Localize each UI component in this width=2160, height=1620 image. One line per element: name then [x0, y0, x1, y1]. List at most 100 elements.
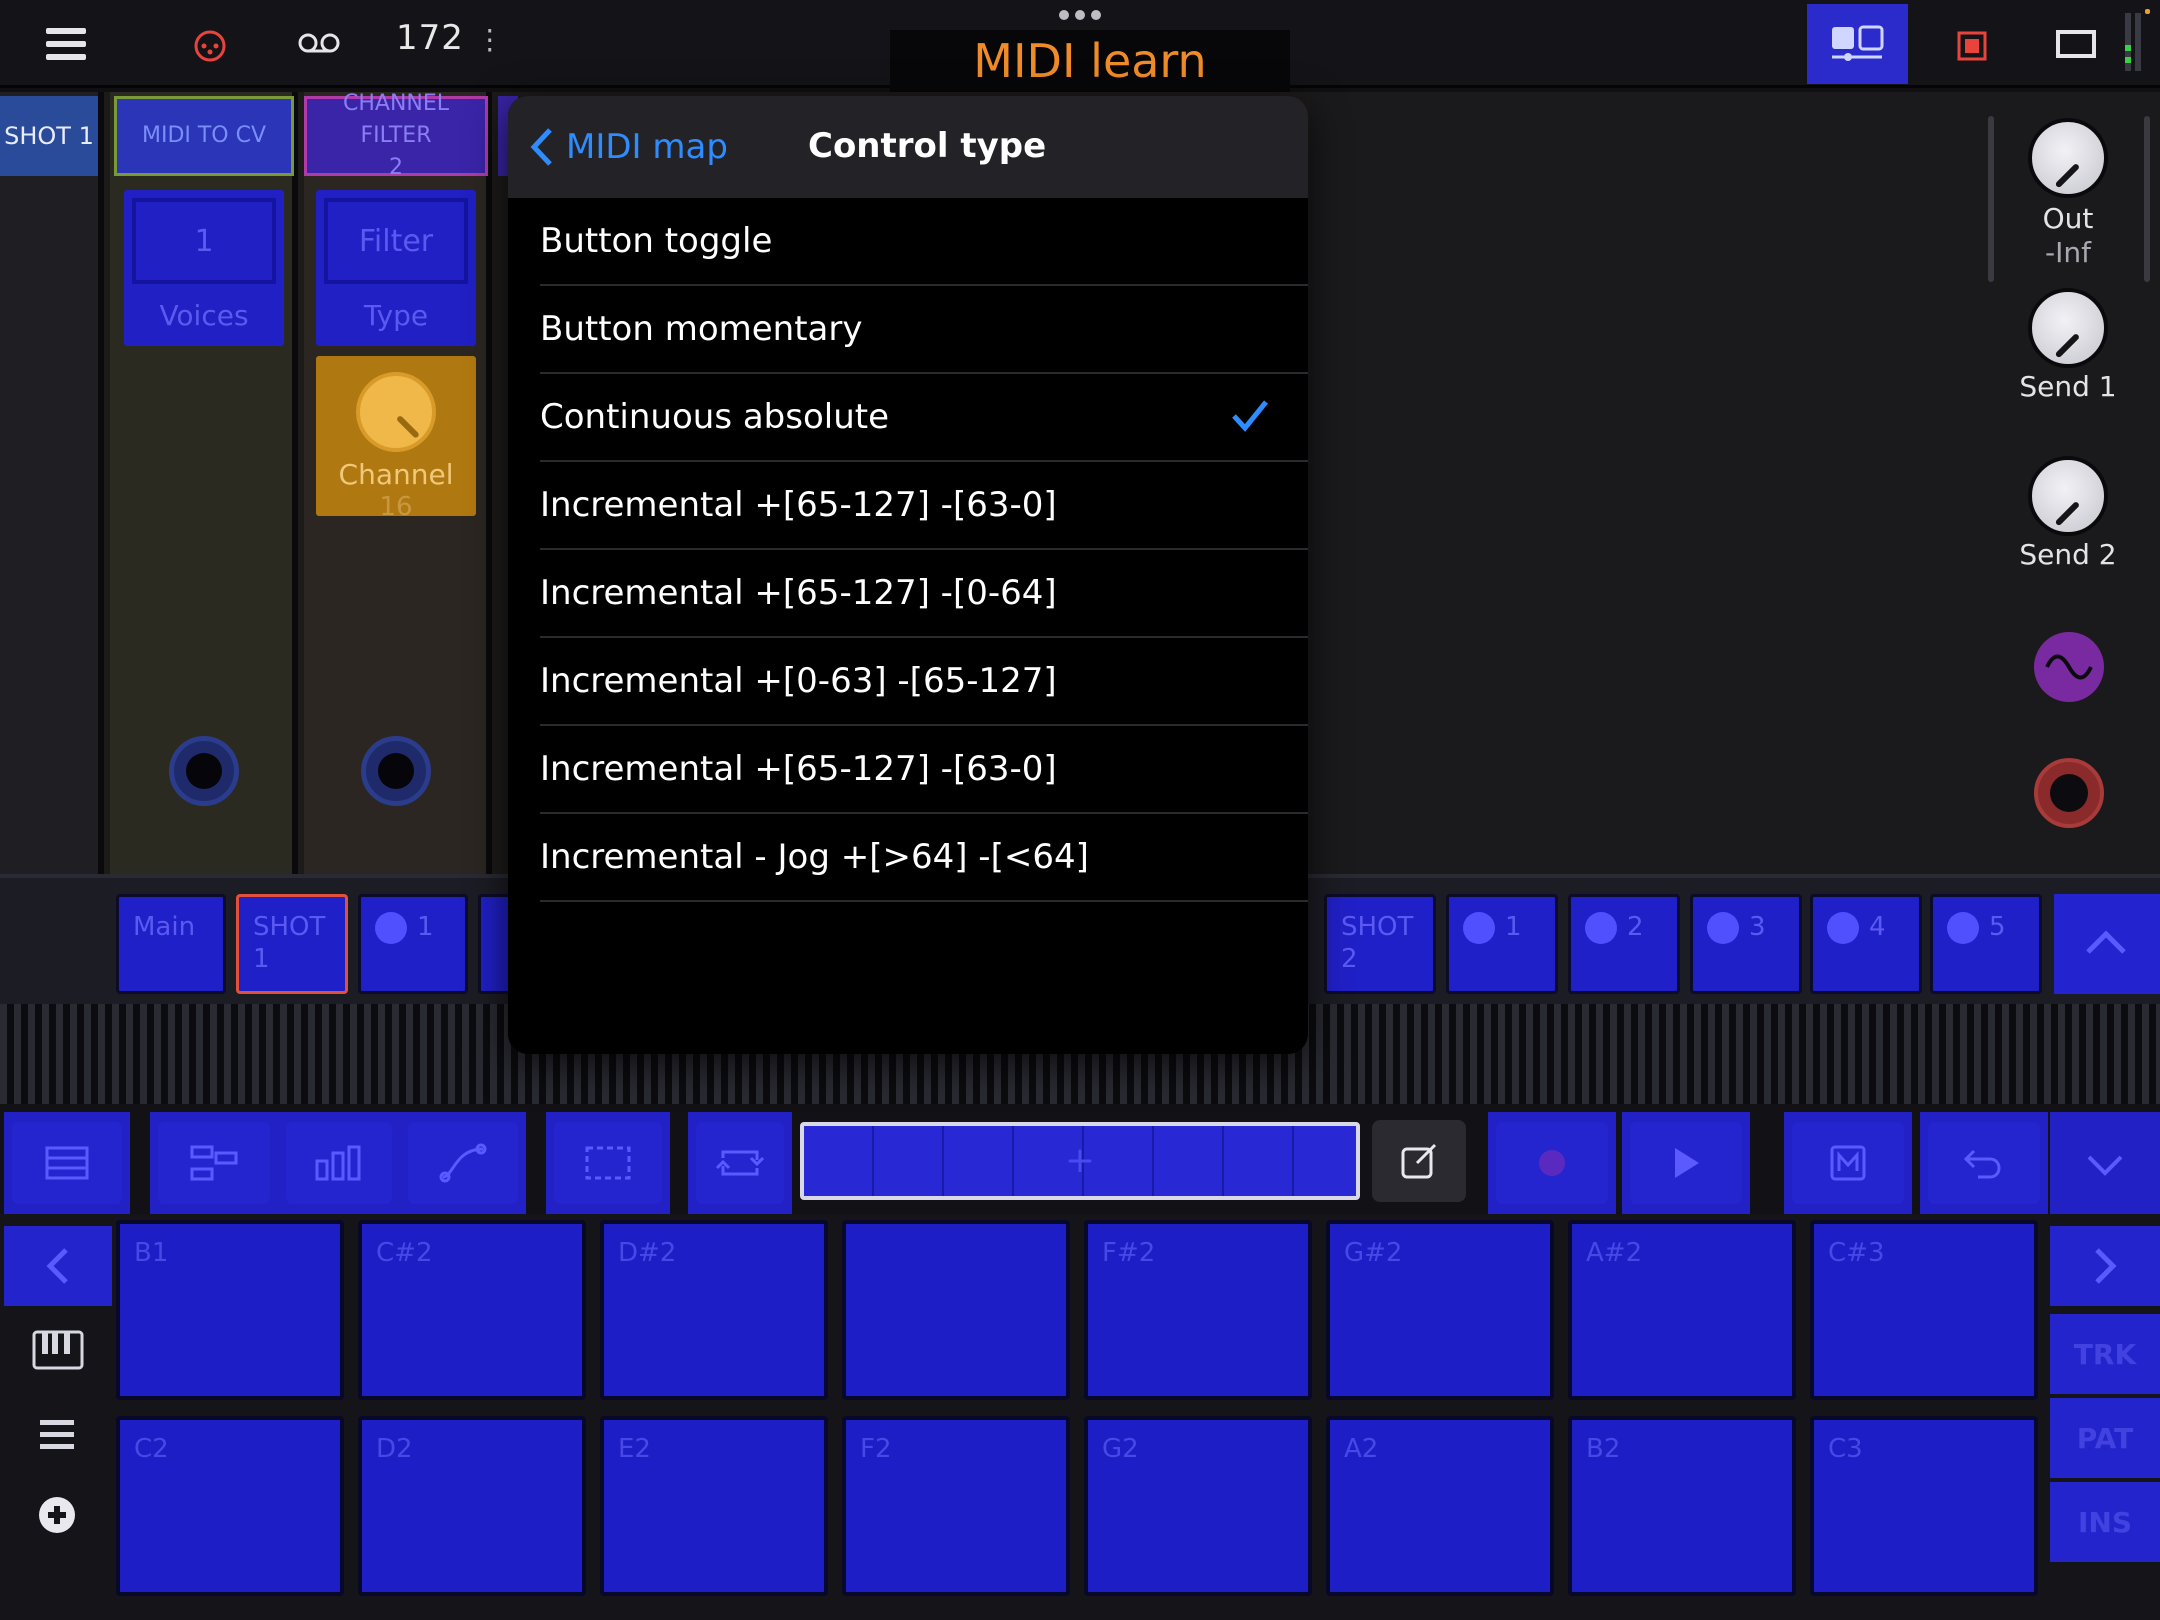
option-incremental-4[interactable]: Incremental +[65-127] -[63-0] [540, 726, 1308, 814]
collapse-down-button[interactable] [2050, 1112, 2160, 1216]
track-shot2-pad-3[interactable]: 3 [1690, 894, 1802, 994]
back-to-midi-map-button[interactable]: MIDI map [530, 122, 728, 172]
clip-view-button[interactable] [4, 1112, 130, 1216]
track-shot2-pad-2[interactable]: 2 [1568, 894, 1680, 994]
midi-port-icon[interactable] [169, 736, 239, 806]
channel-knob[interactable] [356, 372, 436, 452]
pad-c3[interactable]: C3 [1810, 1416, 2038, 1596]
out-level-knob[interactable] [2028, 118, 2108, 198]
pad-c2[interactable]: C2 [116, 1416, 344, 1596]
metronome-m-icon [1830, 1145, 1866, 1181]
pad-a2[interactable]: A2 [1326, 1416, 1554, 1596]
bars-view-button[interactable] [278, 1112, 400, 1216]
prev-octave-button[interactable] [4, 1226, 112, 1306]
chevron-left-icon [530, 128, 552, 166]
send1-knob[interactable] [2028, 288, 2108, 368]
ins-button[interactable]: INS [2050, 1482, 2160, 1562]
pad-f2[interactable]: F2 [842, 1416, 1070, 1596]
pad-fsharp2[interactable]: F#2 [1084, 1220, 1312, 1400]
menu-list-icon[interactable] [38, 1418, 78, 1452]
undo-icon [1963, 1149, 2001, 1179]
chevron-left-icon [46, 1248, 68, 1284]
pad-dot-icon [1463, 911, 1495, 944]
channel-label: Channel [338, 458, 454, 491]
pat-button[interactable]: PAT [2050, 1398, 2160, 1478]
send2-knob[interactable] [2028, 456, 2108, 536]
option-incremental-jog[interactable]: Incremental - Jog +[>64] -[<64] [540, 814, 1308, 902]
pad-gsharp2[interactable]: G#2 [1326, 1220, 1554, 1400]
pad-g2[interactable]: G2 [1084, 1416, 1312, 1596]
pad-b1[interactable]: B1 [116, 1220, 344, 1400]
more-vertical-icon[interactable]: ⋮ [476, 23, 505, 56]
strip-header[interactable]: SHOT 1 [0, 96, 98, 176]
pattern-strip[interactable]: + [800, 1122, 1360, 1200]
expand-up-button[interactable] [2054, 894, 2160, 994]
track-shot2-pad-1[interactable]: 1 [1446, 894, 1558, 994]
next-octave-button[interactable] [2050, 1226, 2160, 1306]
option-incremental-2[interactable]: Incremental +[65-127] -[0-64] [540, 550, 1308, 638]
rack-strip-midi-to-cv: MIDI TO CV 1 Voices [110, 92, 298, 874]
option-button-toggle[interactable]: Button toggle [540, 198, 1308, 286]
voices-value: 1 [132, 198, 276, 284]
lfo-sine-icon[interactable] [2034, 632, 2104, 702]
track-main[interactable]: Main [116, 894, 226, 994]
add-circle-icon[interactable] [38, 1496, 78, 1536]
tape-recorder-icon[interactable] [294, 28, 344, 60]
metronome-button[interactable] [1784, 1112, 1912, 1216]
toolbar: + [0, 1104, 2160, 1216]
automation-button[interactable] [400, 1112, 526, 1216]
pad-asharp2[interactable]: A#2 [1568, 1220, 1796, 1400]
scrollbar[interactable] [1988, 116, 1994, 282]
chevron-right-icon [2095, 1248, 2117, 1284]
tempo-display[interactable]: 172 ⋮ [396, 18, 505, 58]
pad-csharp2[interactable]: C#2 [358, 1220, 586, 1400]
strip-header[interactable]: MIDI TO CV [114, 96, 294, 176]
channel-knob-control[interactable]: Channel 16 [316, 356, 476, 522]
midi-port-icon[interactable] [188, 24, 232, 68]
record-icon [1539, 1150, 1565, 1176]
record-stop-icon[interactable] [1952, 26, 1992, 66]
record-button[interactable] [1488, 1112, 1616, 1216]
scrollbar[interactable] [2144, 116, 2150, 282]
track-shot2[interactable]: SHOT 2 [1324, 894, 1436, 994]
loop-button[interactable] [688, 1112, 792, 1216]
layout-view-button[interactable] [1807, 4, 1908, 84]
option-incremental-1[interactable]: Incremental +[65-127] -[63-0] [540, 462, 1308, 550]
step-view-button[interactable] [150, 1112, 278, 1216]
track-shot2-pad-5[interactable]: 5 [1930, 894, 2042, 994]
pad-d2[interactable]: D2 [358, 1416, 586, 1596]
track-shot1[interactable]: SHOT 1 [236, 894, 348, 994]
filter-value: Filter [324, 198, 468, 284]
screen-icon[interactable] [2054, 26, 2098, 62]
hamburger-menu-icon[interactable] [40, 22, 92, 66]
pad-area: B1 C#2 D#2 F#2 G#2 A#2 C#3 C2 D2 E2 F2 G… [0, 1214, 2160, 1620]
select-button[interactable] [546, 1112, 670, 1216]
undo-button[interactable] [1920, 1112, 2048, 1216]
option-button-momentary[interactable]: Button momentary [540, 286, 1308, 374]
midi-out-port-icon[interactable] [2034, 758, 2104, 828]
midi-port-icon[interactable] [361, 736, 431, 806]
trk-button[interactable]: TRK [2050, 1314, 2160, 1394]
voices-label: Voices [159, 299, 249, 332]
pad-empty[interactable] [842, 1220, 1070, 1400]
pad-b2[interactable]: B2 [1568, 1416, 1796, 1596]
pad-dsharp2[interactable]: D#2 [600, 1220, 828, 1400]
more-dots-icon[interactable] [1056, 8, 1104, 28]
pad-csharp3[interactable]: C#3 [1810, 1220, 2038, 1400]
option-incremental-3[interactable]: Incremental +[0-63] -[65-127] [540, 638, 1308, 726]
strip-header[interactable]: CHANNEL FILTER 2 [304, 91, 488, 180]
edit-button[interactable] [1372, 1120, 1466, 1202]
track-shot1-pad-1[interactable]: 1 [358, 894, 468, 994]
add-pattern-button[interactable]: + [804, 1140, 1356, 1181]
pad-dot-icon [1585, 911, 1617, 944]
back-label: MIDI map [566, 127, 728, 167]
play-button[interactable] [1622, 1112, 1750, 1216]
option-continuous-absolute[interactable]: Continuous absolute [540, 374, 1308, 462]
pad-dot-icon [1707, 911, 1739, 944]
filter-type-control[interactable]: Filter Type [316, 190, 476, 346]
voices-control[interactable]: 1 Voices [124, 190, 284, 346]
pad-e2[interactable]: E2 [600, 1416, 828, 1596]
track-shot2-pad-4[interactable]: 4 [1810, 894, 1922, 994]
piano-keyboard-icon[interactable] [32, 1330, 84, 1370]
bars-icon [315, 1145, 361, 1181]
